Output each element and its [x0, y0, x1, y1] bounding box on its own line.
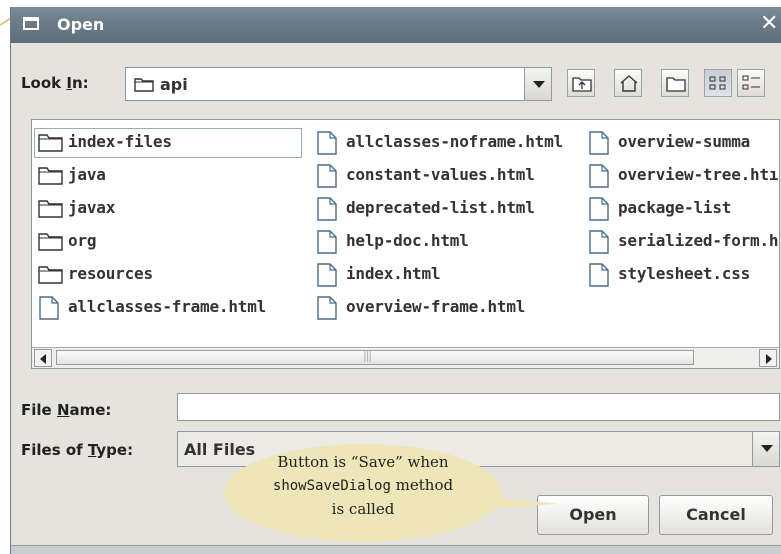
file-name: stylesheet.css — [618, 264, 751, 283]
file-name: index.html — [346, 264, 441, 283]
title-bar[interactable]: Open ✕ — [11, 7, 781, 43]
home-icon — [620, 75, 638, 92]
file-name: constant-values.html — [346, 165, 535, 184]
up-folder-icon — [572, 77, 592, 92]
file-name: overview-tree.htı — [618, 165, 779, 184]
callout-line-2-rest: method — [390, 476, 454, 494]
file-icon — [316, 197, 338, 225]
callout-code: showSaveDialog — [272, 478, 391, 494]
scroll-right-icon[interactable] — [759, 349, 777, 367]
window-title: Open — [57, 15, 105, 34]
file-name: resources — [68, 264, 153, 283]
file-icon — [588, 263, 610, 291]
folder-icon — [38, 263, 64, 289]
file-name: org — [68, 231, 97, 250]
list-view-icon — [709, 76, 726, 90]
file-name: java — [68, 165, 106, 184]
file-icon — [316, 164, 338, 192]
window-icon[interactable] — [23, 17, 39, 30]
file-name-input[interactable] — [177, 393, 780, 421]
file-name: allclasses-noframe.html — [346, 132, 563, 151]
cancel-button[interactable]: Cancel — [659, 495, 773, 535]
file-icon — [316, 296, 338, 324]
folder-icon — [134, 78, 154, 92]
file-name: allclasses-frame.html — [68, 297, 267, 316]
folder-icon — [38, 131, 64, 157]
bottom-strip — [11, 545, 781, 554]
file-name: deprecated-list.html — [346, 198, 535, 217]
callout-line-2: showSaveDialog method — [224, 476, 502, 494]
file-icon — [316, 263, 338, 291]
new-folder-icon — [666, 77, 686, 92]
home-button[interactable] — [614, 69, 642, 97]
file-name: serialized-form.h — [618, 231, 779, 250]
file-name: overview-frame.html — [346, 297, 526, 316]
folder-icon — [38, 164, 64, 190]
file-icon — [588, 131, 610, 159]
chevron-down-icon[interactable] — [752, 431, 780, 467]
folder-icon — [38, 230, 64, 256]
details-view-button[interactable] — [737, 69, 765, 97]
file-name-label: File Name: — [21, 401, 112, 419]
file-name: index-files — [68, 132, 172, 151]
file-name: package-list — [618, 198, 732, 217]
up-folder-button[interactable] — [567, 69, 595, 97]
horizontal-scrollbar[interactable] — [32, 347, 779, 368]
file-name: overview-summa — [618, 132, 751, 151]
file-icon — [588, 164, 610, 192]
scrollbar-thumb[interactable] — [56, 349, 694, 365]
folder-icon — [38, 197, 64, 223]
open-button[interactable]: Open — [537, 495, 649, 535]
file-icon — [588, 230, 610, 258]
annotation-callout: Button is “Save” when showSaveDialog met… — [224, 444, 502, 542]
details-view-icon — [742, 75, 760, 90]
callout-line-1: Button is “Save” when — [277, 453, 449, 471]
file-icon — [38, 296, 60, 324]
callout-line-3: is called — [331, 500, 395, 518]
list-view-button[interactable] — [704, 69, 732, 97]
file-icon — [316, 230, 338, 258]
look-in-combo[interactable]: api — [125, 67, 552, 101]
close-icon[interactable]: ✕ — [760, 13, 781, 37]
file-list-pane[interactable]: index-files java javax org resources allclass… — [31, 119, 780, 369]
file-icon — [316, 131, 338, 159]
look-in-label: Look In: — [21, 74, 89, 92]
scroll-left-icon[interactable] — [34, 349, 52, 367]
chevron-down-icon[interactable] — [524, 67, 552, 101]
file-name: help-doc.html — [346, 231, 469, 250]
file-icon — [588, 197, 610, 225]
files-of-type-label: Files of Type: — [21, 441, 134, 459]
look-in-value: api — [160, 75, 188, 94]
new-folder-button[interactable] — [661, 69, 689, 97]
file-name: javax — [68, 198, 116, 217]
